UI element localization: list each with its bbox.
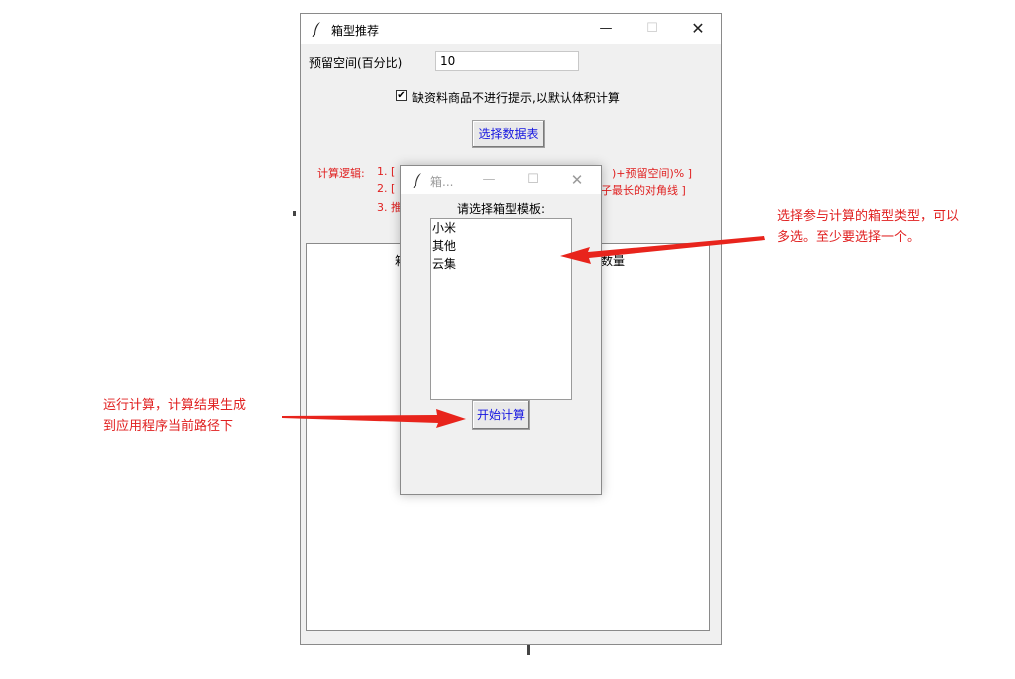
arrow-right xyxy=(560,236,765,264)
annotation-left-line-2: 到应用程序当前路径下 xyxy=(103,419,234,434)
annotation-arrows xyxy=(282,236,765,428)
annotation-right-line-2: 多选。至少要选择一个。 xyxy=(777,230,921,245)
annotation-right: 选择参与计算的箱型类型，可以 多选。至少要选择一个。 xyxy=(777,206,959,248)
arrow-left xyxy=(282,409,466,428)
annotation-right-line-1: 选择参与计算的箱型类型，可以 xyxy=(777,209,960,224)
annotation-left: 运行计算，计算结果生成 到应用程序当前路径下 xyxy=(103,395,246,437)
annotation-left-line-1: 运行计算，计算结果生成 xyxy=(103,398,247,413)
